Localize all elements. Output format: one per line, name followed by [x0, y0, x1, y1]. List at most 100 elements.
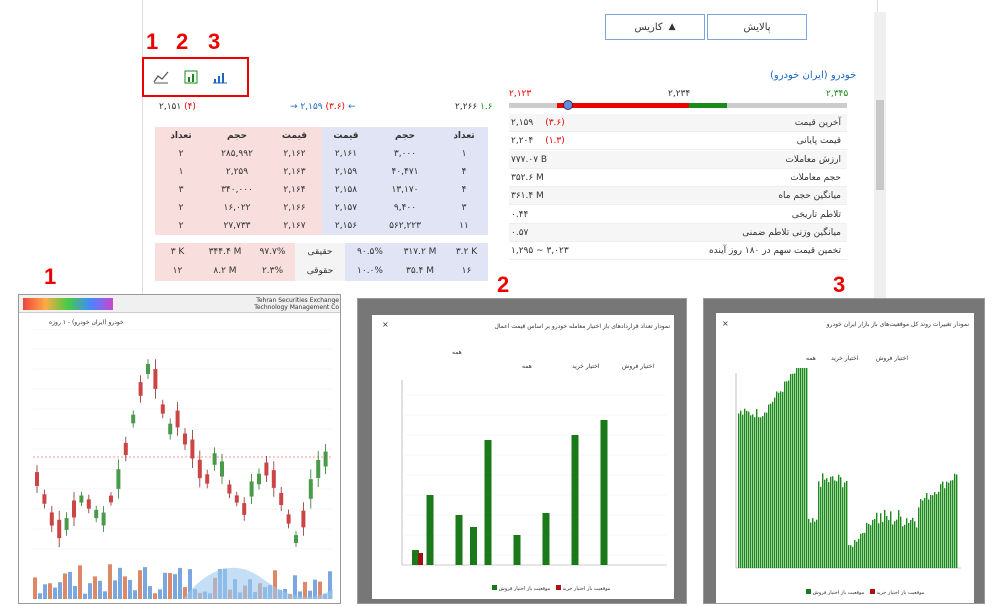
orderbook-cell: ۲,۱۶۶ [283, 203, 306, 213]
info-value: ۰.۴۴ [511, 209, 529, 220]
tse-title: Tehran Securities Exchange Technology Ma… [254, 297, 339, 311]
orderbook-cell: ۲,۱۵۶ [334, 221, 358, 231]
range-mid: ۲,۲۳۴ [668, 89, 691, 99]
info-row: تلاطم تاریخی ۰.۴۴ [509, 206, 847, 224]
summary-cell: حقیقی [307, 247, 333, 257]
opt-call[interactable]: اختیار خرید [572, 363, 599, 370]
orderbook-cell: ۱۳,۱۷۰ [391, 185, 419, 195]
info-label: قیمت پایانی [796, 136, 841, 147]
orderbook-cell: ۲,۱۶۲ [283, 149, 306, 159]
chart-subtitle: خودرو (ایران خودرو) - ۱ روزه [49, 319, 124, 326]
orderbook-cell: ۳,۰۰۰ [393, 149, 417, 159]
info-value: ۰.۵۷ [511, 227, 529, 238]
oi-trend-chart [735, 368, 961, 569]
orderbook-cell: ۳ [461, 203, 467, 213]
column-chart-icon[interactable] [212, 70, 228, 84]
orderbook-cell: ۲,۲۵۹ [225, 167, 249, 177]
orderbook-cell: ۲,۱۶۳ [283, 167, 306, 177]
filter-button[interactable]: پالایش [707, 14, 807, 40]
info-label: میانگین وزنی تلاطم ضمنی [742, 227, 841, 238]
summary-cell: ۸.۲ M [213, 266, 237, 276]
summary-cell: ۱۶ [461, 266, 472, 276]
info-value: ۲,۱۵۹ (۳.۶) [511, 118, 565, 128]
orderbook-cell: ۲,۱۶۱ [334, 149, 358, 159]
candlestick-chart [33, 329, 333, 599]
oi-strike-chart [401, 380, 667, 566]
opt3-call[interactable]: اختیار خرید [831, 355, 858, 362]
info-row: ارزش معاملات ۷۷۷.۰۷ B [509, 150, 847, 169]
price-marker [563, 100, 573, 110]
info-value: ۱,۲۹۵ ~ ۳,۰۲۳ [511, 246, 569, 257]
bar-chart-icon[interactable] [183, 70, 199, 84]
symbol-title[interactable]: خودرو (ایران خودرو) [770, 70, 856, 81]
orderbook-cell: ۱ [178, 167, 184, 177]
info-row: قیمت پایانی ۲,۲۰۴ (۱.۳) [509, 132, 847, 151]
legend: موقعیت باز اختیار خرید موقعیت باز اختیار… [492, 585, 610, 592]
summary-cell: ۲.۳% [261, 266, 284, 276]
opt-put[interactable]: اختیار فروش [622, 363, 654, 370]
opt3-put[interactable]: اختیار فروش [876, 355, 908, 362]
orderbook-cell: ۵۶۲,۲۲۳ [389, 221, 421, 231]
screenshot-oi-strike: نمودار تعداد قراردادهای باز اختیار معامل… [357, 298, 687, 604]
close-icon[interactable]: × [722, 319, 729, 328]
annotation-number-3b: 3 [833, 272, 846, 297]
info-label: حجم معاملات [790, 172, 841, 183]
orderbook-cell: ۱۶,۰۲۲ [223, 203, 251, 213]
orderbook-cell: ۲ [178, 203, 184, 213]
summary-cell: ۹۷.۷% [259, 247, 286, 257]
info-row: حجم معاملات ۳۵۲.۶ M [509, 169, 847, 187]
orderbook-cell: ۳ [178, 185, 184, 195]
info-label: آخرین قیمت [794, 118, 841, 128]
info-label: تلاطم تاریخی [791, 209, 841, 220]
summary-cell: ۳۵.۴ M [406, 266, 434, 276]
scrollbar-thumb[interactable] [876, 100, 884, 190]
orderbook-cell: ۳۴۰,۰۰۰ [221, 185, 253, 195]
info-label: میانگین حجم ماه [778, 191, 841, 202]
info-label: تخمین قیمت سهم در ۱۸۰ روز آینده [708, 246, 841, 257]
line-chart-icon[interactable] [153, 70, 169, 84]
close-price: → ۲,۱۵۹ (۳.۶) ← [290, 102, 356, 112]
refinery-button-label: کاریس [634, 21, 663, 33]
info-value: ۷۷۷.۰۷ B [511, 154, 548, 165]
opt-sel[interactable]: همه [522, 363, 532, 370]
summary-cell: ۳۱۷.۲ M [403, 247, 437, 257]
summary-cell: حقوقی [306, 266, 334, 276]
info-row: میانگین وزنی تلاطم ضمنی ۰.۵۷ [509, 223, 847, 242]
orderbook-header: حجم [226, 131, 248, 141]
opt3-all[interactable]: همه [806, 355, 816, 362]
info-label: ارزش معاملات [785, 154, 841, 165]
opt-all[interactable]: همه [452, 349, 462, 356]
filter-button-label: پالایش [743, 21, 771, 33]
orderbook-header: قیمت [333, 131, 359, 141]
summary-cell: ۳ K [170, 247, 185, 257]
info-value: ۲,۲۰۴ (۱.۳) [511, 136, 565, 147]
close-icon[interactable]: × [382, 320, 389, 329]
last-trade: ۲,۱۵۱ (۴) [159, 102, 196, 112]
range-low: ۲,۱۲۳ [509, 89, 532, 99]
orderbook-header: حجم [394, 131, 416, 141]
annotation-number-2b: 2 [497, 272, 510, 297]
summary-cell: ۳۴۴.۴ M [208, 247, 242, 257]
box-icon: ▲ [668, 22, 676, 32]
annotation-number-2: 2 [176, 29, 189, 54]
vertical-scrollbar[interactable] [874, 12, 886, 298]
price-range-bar [509, 100, 847, 110]
orderbook-cell: ۴ [461, 167, 467, 177]
orderbook-cell: ۲,۱۵۷ [334, 203, 358, 213]
info-value: ۳۶۱.۴ M [511, 191, 544, 202]
info-row: آخرین قیمت ۲,۱۵۹ (۳.۶) [509, 114, 847, 132]
annotation-number-1: 1 [146, 29, 159, 54]
high-price: ۲,۲۶۶ ۱.۶ [455, 102, 493, 112]
orderbook-header: تعداد [170, 131, 192, 141]
annotation-number-1b: 1 [44, 264, 57, 289]
orderbook-cell: ۲,۱۵۹ [334, 167, 358, 177]
summary-cell: ۹۰.۵% [357, 247, 383, 257]
oi-strike-title: نمودار تعداد قراردادهای باز اختیار معامل… [494, 323, 670, 330]
orderbook-cell: ۹,۴۰۰ [393, 203, 417, 213]
legend3: موقعیت باز اختیار خرید موقعیت باز اختیار… [806, 589, 924, 596]
refinery-button[interactable]: کاریس ▲ [605, 14, 705, 40]
summary-cell: ۱۲ [172, 266, 183, 276]
orderbook-cell: ۱ [461, 149, 467, 159]
range-high: ۲,۳۴۵ [826, 89, 849, 99]
orderbook-cell: ۴۰,۴۷۱ [391, 167, 419, 177]
